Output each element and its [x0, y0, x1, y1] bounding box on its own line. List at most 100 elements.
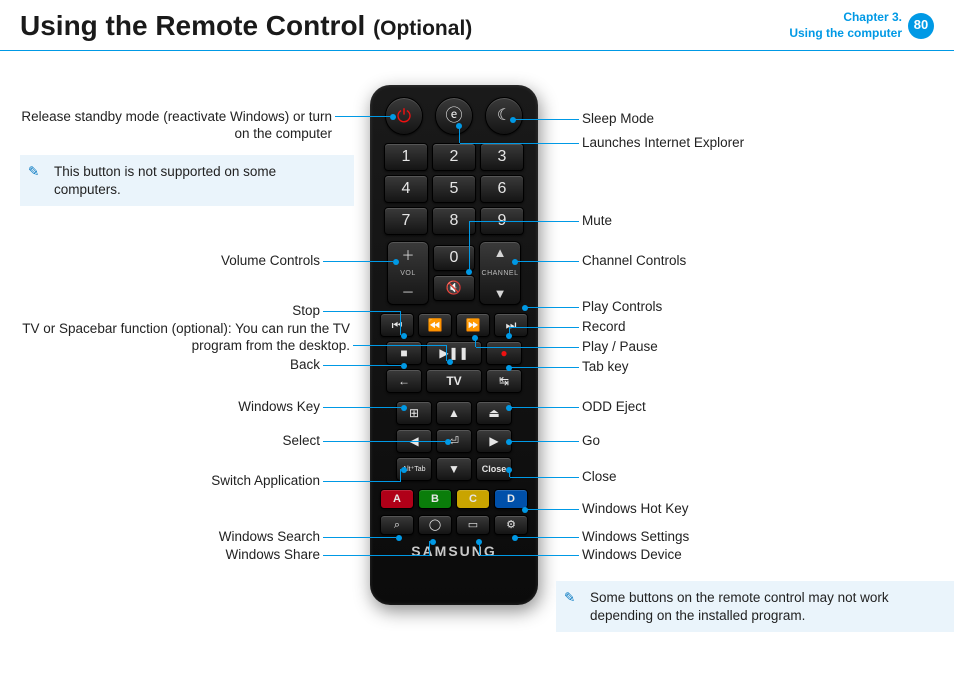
forward-icon: ⏩ [466, 318, 481, 332]
back-arrow-icon: ← [398, 374, 410, 388]
note-icon-bottom: ✎ [564, 589, 582, 607]
lead-stop-v [400, 311, 401, 335]
label-tv-space: TV or Spacebar function (optional): You … [20, 321, 350, 355]
note-top: ✎ This button is not supported on some c… [20, 155, 354, 206]
dot-pc [522, 305, 528, 311]
ie-button: ⓔ [435, 97, 473, 135]
label-win-key: Windows Key [120, 399, 320, 416]
next-icon: ⏭ [506, 318, 517, 332]
num-3: 3 [480, 143, 524, 171]
label-switch-app: Switch Application [120, 473, 320, 490]
dot-go [506, 439, 512, 445]
minus-icon: － [401, 282, 414, 301]
dot-eject [506, 405, 512, 411]
page-number-badge: 80 [908, 13, 934, 39]
label-tab-key: Tab key [582, 359, 629, 376]
lead-winkey [323, 407, 401, 408]
lead-switch [323, 481, 401, 482]
dot-tvspace [447, 359, 453, 365]
lead-close [510, 477, 579, 478]
dot-switch [401, 467, 407, 473]
dot-hk [522, 507, 528, 513]
lead-ch [516, 261, 579, 262]
lead-dev [480, 555, 579, 556]
label-device: Windows Device [582, 547, 682, 564]
back-button: ← [386, 369, 422, 393]
down-triangle-icon: ▼ [494, 286, 507, 301]
lead-switch-v [400, 469, 401, 481]
chapter-info: Chapter 3. Using the computer 80 [789, 10, 934, 41]
ch-label: CHANNEL [482, 270, 519, 277]
lead-hk [526, 509, 579, 510]
diagram-stage: ⏻ ⓔ ☾ 1 2 3 4 5 6 7 8 9 ＋ VOL － [0, 51, 954, 671]
lead-dev-v [479, 541, 480, 555]
up-icon: ▲ [448, 406, 460, 420]
label-mute: Mute [582, 213, 612, 230]
label-go: Go [582, 433, 600, 450]
up-button: ▲ [436, 401, 472, 425]
lead-tab [510, 367, 579, 368]
num-6: 6 [480, 175, 524, 203]
eject-icon: ⏏ [488, 406, 499, 420]
share-button: ◯ [418, 515, 452, 535]
play-pause-icon: ▶❚❚ [439, 346, 468, 360]
color-key-b: B [418, 489, 452, 509]
tab-button: ↹ [486, 369, 522, 393]
lead-rec-v [509, 327, 510, 335]
label-odd-eject: ODD Eject [582, 399, 646, 416]
right-icon: ▶ [489, 434, 498, 448]
dot-share [430, 539, 436, 545]
chapter-line1: Chapter 3. [789, 10, 902, 26]
page-title: Using the Remote Control (Optional) [20, 10, 472, 42]
label-settings: Windows Settings [582, 529, 689, 546]
num-5: 5 [432, 175, 476, 203]
lead-mute [470, 221, 579, 222]
page-header: Using the Remote Control (Optional) Chap… [0, 0, 954, 51]
lead-tvspace [353, 345, 447, 346]
title-suffix: (Optional) [373, 17, 472, 40]
dot-stop [401, 333, 407, 339]
vol-label: VOL [400, 270, 416, 277]
sleep-button: ☾ [485, 97, 523, 135]
channel-rocker: ▲ CHANNEL ▼ [479, 241, 521, 305]
label-ie: Launches Internet Explorer [582, 135, 744, 152]
device-icon: ▭ [468, 519, 478, 531]
note-bottom-text: Some buttons on the remote control may n… [590, 590, 889, 623]
label-play-pause: Play / Pause [582, 339, 658, 356]
color-key-d: D [494, 489, 528, 509]
down-button: ▼ [436, 457, 472, 481]
plus-icon: ＋ [401, 245, 414, 264]
rewind-icon: ⏪ [428, 318, 443, 332]
brand-label: SAMSUNG [380, 543, 528, 559]
label-record: Record [582, 319, 626, 336]
color-key-a: A [380, 489, 414, 509]
lead-pc [526, 307, 579, 308]
dot-sleep [510, 117, 516, 123]
up-triangle-icon: ▲ [494, 245, 507, 260]
record-button: ● [486, 341, 522, 365]
dot-select [445, 439, 451, 445]
note-icon: ✎ [28, 163, 46, 181]
lead-go [510, 441, 579, 442]
lead-select [323, 441, 445, 442]
chapter-line2: Using the computer [789, 26, 902, 42]
dot-tab [506, 365, 512, 371]
settings-button: ⚙ [494, 515, 528, 535]
lead-ie [460, 143, 579, 144]
color-key-c: C [456, 489, 490, 509]
lead-set [516, 537, 579, 538]
num-7: 7 [384, 207, 428, 235]
lead-eject [510, 407, 579, 408]
tv-button: TV [426, 369, 482, 393]
tab-icon: ↹ [499, 374, 509, 388]
label-win-search: Windows Search [120, 529, 320, 546]
down-icon: ▼ [448, 462, 460, 476]
label-sleep: Sleep Mode [582, 111, 654, 128]
lead-share-v [429, 541, 430, 555]
dot-volume [393, 259, 399, 265]
gear-icon: ⚙ [506, 519, 516, 531]
label-close: Close [582, 469, 617, 486]
num-1: 1 [384, 143, 428, 171]
label-power: Release standby mode (reactivate Windows… [20, 109, 332, 143]
forward-button: ⏩ [456, 313, 490, 337]
